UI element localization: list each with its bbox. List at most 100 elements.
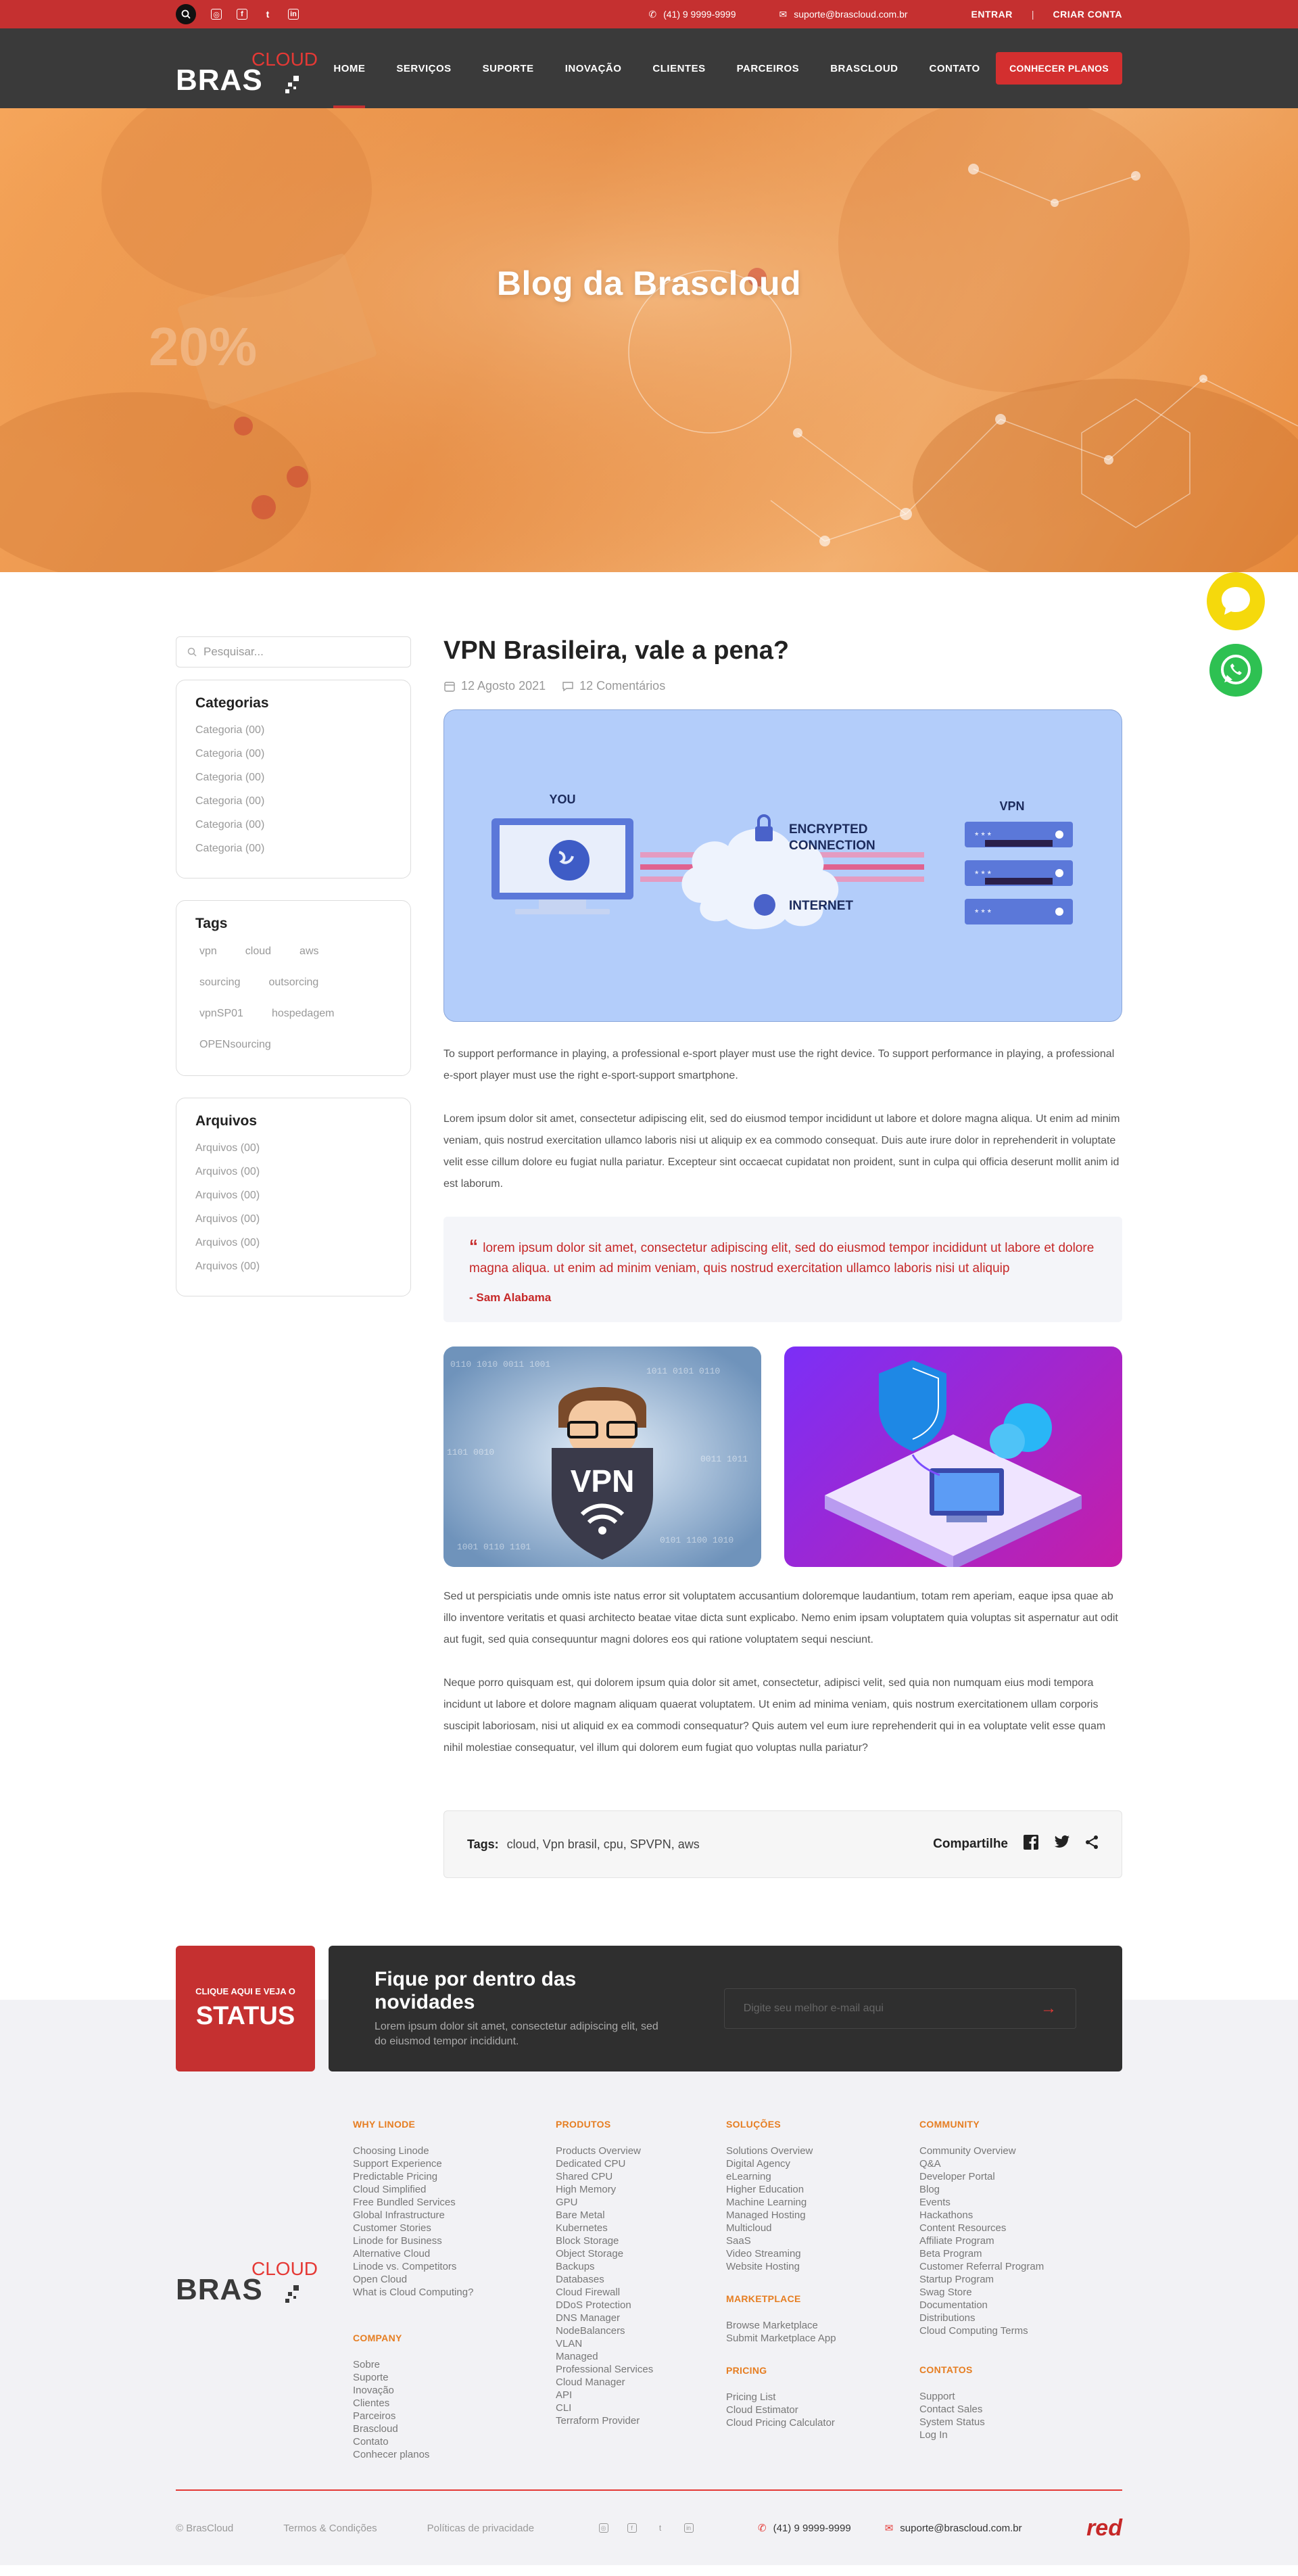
footer-link[interactable]: Events — [919, 2196, 1122, 2209]
conhecer-planos-button[interactable]: CONHECER PLANOS — [996, 52, 1122, 85]
footer-link[interactable]: Sobre — [353, 2358, 556, 2371]
footer-phone[interactable]: ✆ (41) 9 9999-9999 — [758, 2522, 851, 2535]
footer-link[interactable]: System Status — [919, 2416, 1122, 2429]
facebook-icon[interactable]: f — [627, 2523, 637, 2533]
nav-clientes[interactable]: CLIENTES — [652, 28, 705, 108]
footer-link[interactable]: Managed Hosting — [726, 2209, 919, 2222]
twitter-share-icon[interactable] — [1054, 1835, 1070, 1854]
footer-link[interactable]: Digital Agency — [726, 2157, 919, 2170]
footer-link[interactable]: DDoS Protection — [556, 2299, 726, 2312]
tag-item[interactable]: hospedagem — [268, 1001, 339, 1027]
chat-button[interactable] — [1207, 572, 1265, 630]
footer-link[interactable]: Distributions — [919, 2312, 1122, 2324]
footer-link[interactable]: Pricing List — [726, 2391, 919, 2404]
footer-link[interactable]: High Memory — [556, 2183, 726, 2196]
category-item[interactable]: Categoria (00) — [195, 837, 391, 860]
footer-link[interactable]: Documentation — [919, 2299, 1122, 2312]
footer-link[interactable]: Bare Metal — [556, 2209, 726, 2222]
top-phone[interactable]: ✆ (41) 9 9999-9999 — [648, 9, 736, 20]
twitter-icon[interactable]: t — [262, 9, 273, 20]
share-icon[interactable] — [1085, 1835, 1099, 1854]
sidebar-search-input[interactable]: Pesquisar... — [176, 636, 411, 668]
footer-email[interactable]: ✉ suporte@brascloud.com.br — [885, 2522, 1022, 2535]
nav-brascloud[interactable]: BRASCLOUD — [830, 28, 898, 108]
footer-link[interactable]: Clientes — [353, 2397, 556, 2410]
tag-item[interactable]: outsorcing — [264, 970, 322, 996]
archive-item[interactable]: Arquivos (00) — [195, 1231, 391, 1255]
nav-suporte[interactable]: SUPORTE — [483, 28, 534, 108]
nav-contato[interactable]: CONTATO — [930, 28, 980, 108]
status-button[interactable]: CLIQUE AQUI E VEJA O STATUS — [176, 1946, 315, 2071]
footer-link[interactable]: Conhecer planos — [353, 2448, 556, 2461]
nav-servicos[interactable]: SERVIÇOS — [396, 28, 451, 108]
category-item[interactable]: Categoria (00) — [195, 742, 391, 766]
archive-item[interactable]: Arquivos (00) — [195, 1207, 391, 1231]
footer-link[interactable]: API — [556, 2389, 726, 2402]
post-tags-value[interactable]: cloud, Vpn brasil, cpu, SPVPN, aws — [507, 1837, 700, 1851]
footer-link[interactable]: Parceiros — [353, 2410, 556, 2422]
footer-link[interactable]: Beta Program — [919, 2247, 1122, 2260]
category-item[interactable]: Categoria (00) — [195, 718, 391, 742]
arrow-right-icon[interactable]: → — [1040, 1999, 1057, 2018]
login-link[interactable]: ENTRAR — [971, 9, 1013, 20]
footer-link[interactable]: Predictable Pricing — [353, 2170, 556, 2183]
footer-link[interactable]: Dedicated CPU — [556, 2157, 726, 2170]
footer-link[interactable]: Brascloud — [353, 2422, 556, 2435]
footer-link[interactable]: Video Streaming — [726, 2247, 919, 2260]
footer-link[interactable]: Terraform Provider — [556, 2414, 726, 2427]
footer-link[interactable]: Databases — [556, 2273, 726, 2286]
footer-link[interactable]: Multicloud — [726, 2222, 919, 2234]
footer-link[interactable]: Contact Sales — [919, 2403, 1122, 2416]
footer-link[interactable]: Free Bundled Services — [353, 2196, 556, 2209]
footer-link[interactable]: eLearning — [726, 2170, 919, 2183]
archive-item[interactable]: Arquivos (00) — [195, 1160, 391, 1184]
footer-link[interactable]: Contato — [353, 2435, 556, 2448]
instagram-icon[interactable]: ◎ — [598, 2523, 608, 2533]
footer-link[interactable]: Hackathons — [919, 2209, 1122, 2222]
footer-link[interactable]: Open Cloud — [353, 2273, 556, 2286]
brand-logo[interactable]: BRAS CLOUD — [176, 45, 318, 97]
footer-link[interactable]: Website Hosting — [726, 2260, 919, 2273]
footer-link[interactable]: Managed — [556, 2350, 726, 2363]
footer-link[interactable]: Q&A — [919, 2157, 1122, 2170]
tag-item[interactable]: vpnSP01 — [195, 1001, 247, 1027]
footer-link[interactable]: Affiliate Program — [919, 2234, 1122, 2247]
post-comments[interactable]: 12 Comentários — [562, 679, 665, 693]
footer-link[interactable]: Browse Marketplace — [726, 2319, 919, 2332]
tag-item[interactable]: cloud — [241, 939, 275, 964]
newsletter-email-input[interactable]: Digite seu melhor e-mail aqui → — [723, 1988, 1076, 2029]
footer-link[interactable]: Cloud Pricing Calculator — [726, 2416, 919, 2429]
footer-link[interactable]: Higher Education — [726, 2183, 919, 2196]
footer-link[interactable]: Shared CPU — [556, 2170, 726, 2183]
footer-link[interactable]: GPU — [556, 2196, 726, 2209]
footer-link[interactable]: Cloud Simplified — [353, 2183, 556, 2196]
footer-link[interactable]: Support — [919, 2390, 1122, 2403]
top-email[interactable]: ✉ suporte@brascloud.com.br — [779, 9, 908, 20]
footer-link[interactable]: Cloud Computing Terms — [919, 2324, 1122, 2337]
archive-item[interactable]: Arquivos (00) — [195, 1255, 391, 1278]
footer-link[interactable]: SaaS — [726, 2234, 919, 2247]
agency-logo[interactable]: red — [1086, 2515, 1122, 2542]
footer-link[interactable]: Support Experience — [353, 2157, 556, 2170]
footer-link[interactable]: Global Infrastructure — [353, 2209, 556, 2222]
footer-link[interactable]: Swag Store — [919, 2286, 1122, 2299]
footer-link[interactable]: Machine Learning — [726, 2196, 919, 2209]
footer-link[interactable]: Professional Services — [556, 2363, 726, 2376]
footer-logo[interactable]: BRAS CLOUD — [176, 2254, 318, 2306]
footer-link[interactable]: CLI — [556, 2402, 726, 2414]
twitter-icon[interactable]: t — [656, 2523, 665, 2533]
footer-link[interactable]: Solutions Overview — [726, 2145, 919, 2157]
footer-link[interactable]: NodeBalancers — [556, 2324, 726, 2337]
footer-link[interactable]: Products Overview — [556, 2145, 726, 2157]
footer-link[interactable]: Block Storage — [556, 2234, 726, 2247]
category-item[interactable]: Categoria (00) — [195, 813, 391, 837]
footer-link[interactable]: What is Cloud Computing? — [353, 2286, 556, 2299]
signup-link[interactable]: CRIAR CONTA — [1053, 9, 1122, 20]
footer-link[interactable]: Inovação — [353, 2384, 556, 2397]
footer-link[interactable]: Startup Program — [919, 2273, 1122, 2286]
linkedin-icon[interactable]: in — [288, 9, 299, 20]
instagram-icon[interactable]: ◎ — [211, 9, 222, 20]
footer-link[interactable]: Customer Referral Program — [919, 2260, 1122, 2273]
footer-link[interactable]: Cloud Firewall — [556, 2286, 726, 2299]
archive-item[interactable]: Arquivos (00) — [195, 1184, 391, 1207]
